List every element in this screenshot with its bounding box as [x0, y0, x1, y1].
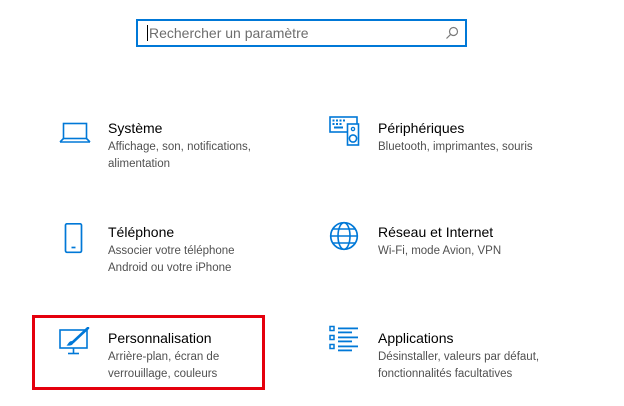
tile-description: Wi-Fi, mode Avion, VPN — [378, 245, 502, 257]
laptop-icon — [59, 122, 91, 143]
search-icon[interactable] — [445, 26, 459, 40]
tile-description: Désinstaller, valeurs par défaut, foncti… — [378, 351, 540, 380]
tile-title: Périphériques — [378, 120, 465, 136]
phone-icon — [64, 223, 83, 254]
apps-list-icon — [329, 325, 358, 352]
tile-title: Réseau et Internet — [378, 224, 494, 240]
tile-title: Applications — [378, 330, 454, 346]
tile-description: Bluetooth, imprimantes, souris — [378, 141, 533, 153]
settings-tile-devices[interactable]: Périphériques Bluetooth, imprimantes, so… — [329, 116, 579, 195]
search-input[interactable] — [149, 21, 439, 45]
settings-home: Système Affichage, son, notifications, a… — [0, 0, 624, 406]
settings-tile-apps[interactable]: Applications Désinstaller, valeurs par d… — [329, 325, 579, 405]
text-caret — [147, 25, 148, 41]
tile-title: Téléphone — [108, 224, 175, 240]
search-box[interactable] — [136, 19, 467, 47]
tile-description: Associer votre téléphone Android ou votr… — [108, 245, 235, 274]
highlight-box — [32, 315, 265, 390]
tile-title: Système — [108, 120, 163, 136]
globe-icon — [329, 221, 359, 251]
settings-tile-system[interactable]: Système Affichage, son, notifications, a… — [59, 119, 309, 195]
settings-tile-network[interactable]: Réseau et Internet Wi-Fi, mode Avion, VP… — [329, 221, 579, 299]
devices-icon — [329, 116, 360, 146]
settings-tile-phone[interactable]: Téléphone Associer votre téléphone Andro… — [59, 223, 309, 299]
tile-description: Affichage, son, notifications, alimentat… — [108, 141, 251, 170]
